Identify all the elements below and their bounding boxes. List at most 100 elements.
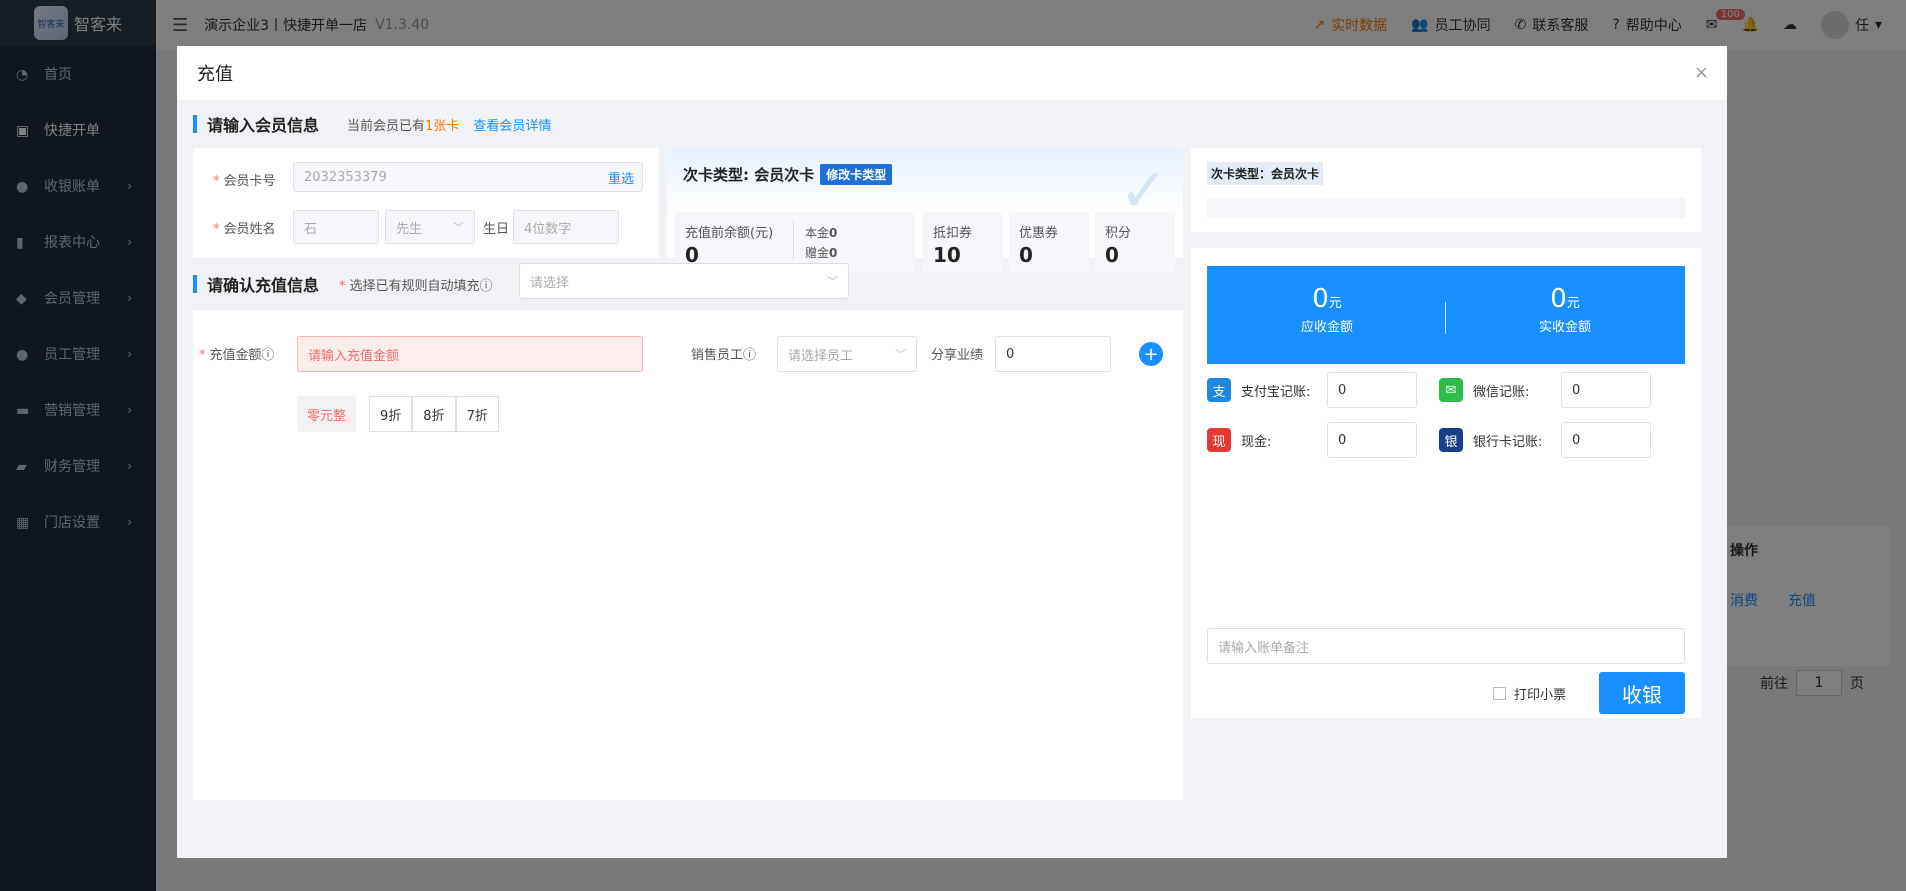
card-no-label: * 会员卡号 [213, 174, 276, 189]
info-icon: ⓘ [479, 278, 493, 294]
share-label: 分享业绩 [931, 348, 984, 363]
recharge-panel: * 充值金额ⓘ 请输入充值金额 销售员工ⓘ 请选择员工 ﹀ 分享业绩 0 + 零元… [193, 310, 1183, 800]
member-section-title-text: 请输入会员信息 [207, 116, 320, 135]
payment-panel: 0元 应收金额 0元 实收金额 支 支付宝记账: 0 ✉ 微信记账: 0 现 现… [1191, 248, 1701, 718]
divider [793, 220, 794, 260]
received-value: 0 [1550, 284, 1567, 314]
print-checkbox[interactable] [1493, 687, 1506, 700]
gift-value: 0 [829, 246, 838, 260]
discount-7-button[interactable]: 7折 [455, 396, 499, 432]
current-member-prefix: 当前会员已有 [347, 118, 426, 134]
print-receipt-option[interactable]: 打印小票 [1493, 684, 1566, 703]
amount-input[interactable]: 请输入充值金额 [297, 336, 643, 372]
modal-header: 充值 × [177, 46, 1727, 100]
print-label: 打印小票 [1514, 688, 1567, 703]
modal-title: 充值 [197, 64, 233, 85]
cash-label: 现金: [1241, 434, 1272, 450]
sales-select[interactable]: 请选择员工 ﹀ [777, 336, 917, 372]
wechat-icon: ✉ [1439, 378, 1463, 402]
alipay-input[interactable]: 0 [1327, 372, 1417, 408]
bank-row: 银 银行卡记账: [1439, 428, 1542, 452]
recharge-modal: 充值 × 请输入会员信息 当前会员已有1张卡 查看会员详情 * 会员卡号 2032… [177, 46, 1727, 858]
amount-label: * 充值金额ⓘ [199, 348, 275, 363]
discount-9-button[interactable]: 9折 [369, 396, 413, 432]
points-value: 0 [1105, 243, 1119, 267]
discount-8-button[interactable]: 8折 [412, 396, 456, 432]
card-info-panel: 次卡类型: 会员次卡 修改卡类型 ✓ 充值前余额(元) 0 本金0 赠金0 抵扣… [667, 148, 1183, 272]
wechat-value: 0 [1572, 382, 1581, 398]
chevron-down-icon: ﹀ [453, 221, 464, 234]
card-no-input[interactable]: 2032353379 重选 [293, 162, 643, 192]
remark-input[interactable]: 请输入账单备注 [1207, 628, 1685, 664]
sales-label: 销售员工ⓘ [691, 344, 756, 363]
sales-label-text: 销售员工 [691, 348, 744, 363]
discount-group: 9折 8折 7折 [369, 396, 499, 432]
name-input[interactable]: 石 [293, 210, 379, 244]
card-type-row: 次卡类型: 会员次卡 修改卡类型 [683, 164, 893, 185]
wechat-row: ✉ 微信记账: [1439, 378, 1529, 402]
principal-row: 本金0 [805, 224, 837, 241]
checkout-button[interactable]: 收银 [1599, 672, 1685, 714]
cards-count: 1张卡 [425, 118, 460, 134]
rule-select[interactable]: 请选择 ﹀ [519, 263, 849, 299]
birthday-label: 生日 [483, 222, 510, 237]
coupon-label: 优惠券 [1019, 226, 1059, 241]
receivable-value: 0 [1312, 284, 1329, 314]
wechat-input[interactable]: 0 [1561, 372, 1651, 408]
received-unit: 元 [1566, 296, 1580, 311]
info-icon: ⓘ [743, 348, 757, 363]
receivable-unit: 元 [1328, 296, 1342, 311]
card-type-bar [1207, 198, 1685, 218]
chevron-down-icon: ﹀ [827, 275, 838, 288]
principal-label: 本金 [805, 226, 830, 240]
rule-label: * 选择已有规则自动填充ⓘ [339, 278, 493, 294]
cash-icon: 现 [1207, 428, 1231, 452]
name-label: * 会员姓名 [213, 222, 276, 237]
recharge-section-title: 请确认充值信息 * 选择已有规则自动填充ⓘ [193, 272, 493, 296]
receivable-label: 应收金额 [1300, 320, 1353, 335]
zero-round-button[interactable]: 零元整 [297, 396, 357, 432]
amount-placeholder: 请输入充值金额 [308, 348, 400, 364]
alipay-icon: 支 [1207, 378, 1231, 402]
coupon-value: 0 [1019, 243, 1033, 267]
deduct-box: 抵扣券 10 [923, 212, 1003, 272]
cash-input[interactable]: 0 [1327, 422, 1417, 458]
card-no-label-text: 会员卡号 [223, 174, 276, 189]
share-input[interactable]: 0 [995, 336, 1111, 372]
deduct-value: 10 [933, 243, 961, 267]
divider [1445, 302, 1446, 334]
modify-card-type-button[interactable]: 修改卡类型 [820, 164, 893, 185]
unionpay-icon: 银 [1439, 428, 1463, 452]
current-member-info: 当前会员已有1张卡 [347, 115, 459, 134]
close-icon[interactable]: × [1694, 62, 1709, 83]
coupon-box: 优惠券 0 [1009, 212, 1089, 272]
gift-row: 赠金0 [805, 244, 837, 261]
name-label-text: 会员姓名 [223, 222, 276, 237]
sales-placeholder: 请选择员工 [788, 348, 854, 364]
rule-placeholder: 请选择 [530, 275, 570, 291]
balance-label: 充值前余额(元) [685, 226, 774, 241]
view-member-detail-link[interactable]: 查看会员详情 [473, 115, 551, 134]
gift-label: 赠金 [805, 246, 830, 260]
bank-value: 0 [1572, 432, 1581, 448]
member-input-panel: * 会员卡号 2032353379 重选 * 会员姓名 石 先生 ﹀ 生日 4位数字 [193, 148, 659, 258]
gender-select[interactable]: 先生 ﹀ [385, 210, 475, 244]
recharge-section-title-text: 请确认充值信息 [207, 276, 320, 295]
reselect-button[interactable]: 重选 [608, 168, 634, 187]
amount-label-text: 充值金额 [209, 348, 262, 363]
chevron-down-icon: ﹀ [895, 348, 906, 361]
points-box: 积分 0 [1095, 212, 1175, 272]
name-value: 石 [304, 221, 318, 237]
card-type-tag: 次卡类型：会员次卡 [1207, 162, 1324, 185]
card-type-label: 次卡类型: 会员次卡 [683, 166, 815, 184]
bank-input[interactable]: 0 [1561, 422, 1651, 458]
birthday-input[interactable]: 4位数字 [513, 210, 619, 244]
add-icon[interactable]: + [1139, 342, 1163, 366]
info-icon: ⓘ [261, 348, 275, 363]
birthday-placeholder: 4位数字 [524, 221, 572, 237]
remark-placeholder: 请输入账单备注 [1218, 640, 1310, 656]
alipay-value: 0 [1338, 382, 1347, 398]
principal-value: 0 [829, 226, 838, 240]
points-label: 积分 [1105, 226, 1132, 241]
received-amount: 0元 实收金额 [1465, 284, 1665, 335]
